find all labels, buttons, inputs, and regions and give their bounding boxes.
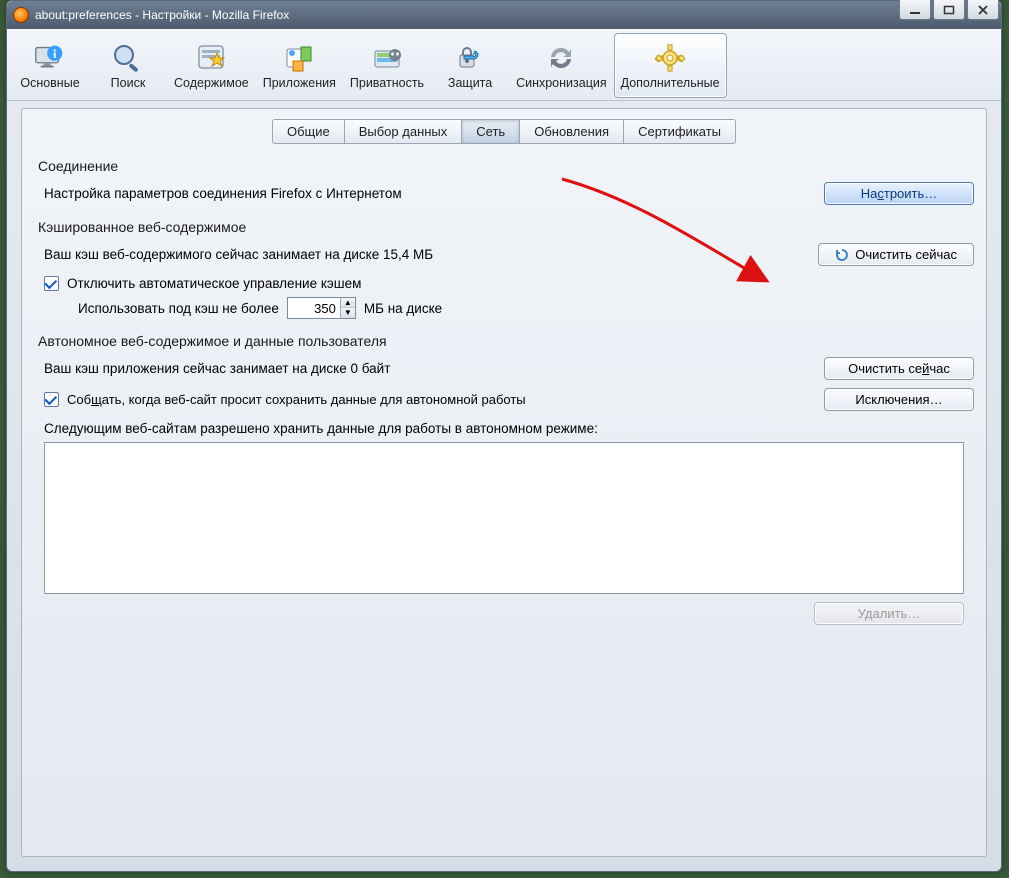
- cache-status: Ваш кэш веб-содержимого сейчас занимает …: [44, 247, 818, 262]
- firefox-preferences-window: about:preferences - Настройки - Mozilla …: [6, 0, 1002, 872]
- override-cache-checkbox[interactable]: [44, 276, 59, 291]
- spin-buttons[interactable]: ▲▼: [340, 298, 355, 318]
- category-security[interactable]: Защита: [431, 33, 509, 98]
- category-label: Основные: [20, 76, 79, 90]
- category-sync[interactable]: Синхронизация: [509, 33, 614, 98]
- connection-description: Настройка параметров соединения Firefox …: [44, 186, 824, 201]
- sync-arrows-icon: [543, 41, 579, 75]
- category-toolbar: Основные Поиск Содержимое: [7, 29, 1001, 101]
- monitor-info-icon: [32, 41, 68, 75]
- category-label: Синхронизация: [516, 76, 607, 90]
- subtab-network[interactable]: Сеть: [461, 119, 520, 144]
- category-applications[interactable]: Приложения: [256, 33, 343, 98]
- refresh-icon: [835, 248, 849, 262]
- offline-notify-label: Собщать, когда веб-сайт просит сохранить…: [67, 392, 526, 407]
- remove-site-button: Удалить…: [814, 602, 964, 625]
- override-cache-label: Отключить автоматическое управление кэше…: [67, 276, 361, 291]
- category-general[interactable]: Основные: [11, 33, 89, 98]
- category-label: Поиск: [111, 76, 146, 90]
- offline-list-label: Следующим веб-сайтам разрешено хранить д…: [44, 421, 974, 436]
- subtab-data-choices[interactable]: Выбор данных: [344, 119, 463, 144]
- category-content[interactable]: Содержимое: [167, 33, 256, 98]
- category-label: Содержимое: [174, 76, 249, 90]
- privacy-mask-icon: [369, 41, 405, 75]
- close-button[interactable]: [967, 0, 999, 20]
- lock-key-icon: [452, 41, 488, 75]
- category-label: Защита: [448, 76, 492, 90]
- offline-notify-checkbox[interactable]: [44, 392, 59, 407]
- offline-heading: Автономное веб-содержимое и данные польз…: [38, 333, 974, 349]
- cache-limit-input[interactable]: [288, 299, 340, 318]
- category-label: Дополнительные: [621, 76, 720, 90]
- window-controls: [899, 0, 999, 20]
- subtab-general[interactable]: Общие: [272, 119, 345, 144]
- category-label: Приложения: [263, 76, 336, 90]
- button-label: Очистить сейчас: [848, 361, 950, 376]
- cache-limit-suffix: МБ на диске: [364, 301, 442, 316]
- cache-limit-spinbox[interactable]: ▲▼: [287, 297, 356, 319]
- button-label: Настроить…: [861, 186, 938, 201]
- window-title: about:preferences - Настройки - Mozilla …: [35, 8, 997, 22]
- applications-icon: [281, 41, 317, 75]
- button-label: Удалить…: [858, 606, 921, 621]
- cache-heading: Кэшированное веб-содержимое: [38, 219, 974, 235]
- magnifier-icon: [110, 41, 146, 75]
- connection-settings-button[interactable]: Настроить…: [824, 182, 974, 205]
- minimize-button[interactable]: [899, 0, 931, 20]
- offline-exceptions-button[interactable]: Исключения…: [824, 388, 974, 411]
- content-panel: Общие Выбор данных Сеть Обновления Серти…: [21, 108, 987, 857]
- category-advanced[interactable]: Дополнительные: [614, 33, 727, 98]
- titlebar: about:preferences - Настройки - Mozilla …: [7, 1, 1001, 29]
- offline-sites-list[interactable]: [44, 442, 964, 594]
- offline-status: Ваш кэш приложения сейчас занимает на ди…: [44, 361, 824, 376]
- content-star-icon: [193, 41, 229, 75]
- clear-cache-button[interactable]: Очистить сейчас: [818, 243, 974, 266]
- category-search[interactable]: Поиск: [89, 33, 167, 98]
- button-label: Исключения…: [855, 392, 942, 407]
- subtab-updates[interactable]: Обновления: [519, 119, 624, 144]
- connection-heading: Соединение: [38, 158, 974, 174]
- gear-icon: [652, 41, 688, 75]
- button-label: Очистить сейчас: [855, 247, 957, 262]
- maximize-button[interactable]: [933, 0, 965, 20]
- subtab-certificates[interactable]: Сертификаты: [623, 119, 736, 144]
- advanced-subtabs: Общие Выбор данных Сеть Обновления Серти…: [34, 119, 974, 144]
- category-privacy[interactable]: Приватность: [343, 33, 431, 98]
- firefox-icon: [13, 7, 29, 23]
- clear-offline-button[interactable]: Очистить сейчас: [824, 357, 974, 380]
- category-label: Приватность: [350, 76, 424, 90]
- cache-limit-prefix: Использовать под кэш не более: [78, 301, 279, 316]
